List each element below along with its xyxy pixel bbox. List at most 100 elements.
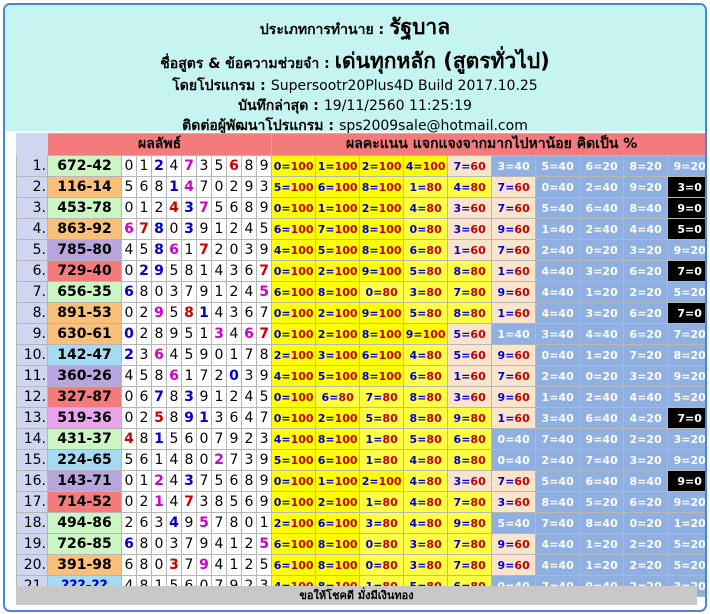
score-cell: 4=40	[535, 533, 581, 555]
digit-cell: 5	[181, 344, 197, 366]
table-row: 2. 116-14 5 6 8 1 4 7 0 2 9 3 5=100 6=100 8=100 1=80 4=8…	[16, 176, 705, 198]
score-cell: 4=100	[271, 365, 317, 387]
score-cell: 3=40	[491, 155, 537, 177]
result-cell: 360-26	[47, 365, 122, 387]
score-cell: 8=100	[359, 218, 405, 240]
score-cell: 2=20	[623, 554, 669, 576]
digit-cell: 5	[151, 407, 167, 429]
results-table: ผลลัพธ์ ผลคะแนน แจกแจงจากมากไปหาน้อย คิด…	[16, 133, 705, 597]
score-cell: 8=100	[315, 554, 361, 576]
score-cell: 0=20	[579, 239, 625, 261]
digit-cell: 6	[226, 470, 242, 492]
row-number: 5.	[16, 239, 48, 261]
score-cell: 5=20	[667, 386, 705, 408]
score-cell: 1=80	[359, 428, 405, 450]
result-cell: 714-52	[47, 491, 122, 513]
digit-cell: 4	[181, 176, 197, 198]
digit-cell: 0	[166, 218, 182, 240]
digit-cell: 1	[211, 281, 227, 303]
score-cell: 5=80	[403, 302, 449, 324]
digit-cell: 3	[211, 323, 227, 345]
score-cell: 8=80	[447, 260, 493, 282]
digit-cell: 2	[151, 470, 167, 492]
digit-cell: 3	[196, 491, 212, 513]
score-cell: 3=40	[535, 407, 581, 429]
score-cell: 8=40	[579, 512, 625, 534]
digit-cell: 6	[121, 533, 137, 555]
score-cell: 2=40	[535, 449, 581, 471]
digit-cell: 9	[196, 386, 212, 408]
digit-cell: 3	[196, 155, 212, 177]
digit-cell: 6	[241, 260, 257, 282]
digit-cell: 1	[196, 323, 212, 345]
score-cell: 2=20	[623, 428, 669, 450]
score-cell: 0=80	[359, 554, 405, 576]
score-cell: 9=80	[447, 407, 493, 429]
digit-cell: 8	[136, 554, 152, 576]
score-cell: 9=100	[359, 260, 405, 282]
score-cell: 3=80	[403, 533, 449, 555]
score-cell: 1=60	[491, 407, 537, 429]
digit-cell: 9	[255, 155, 273, 177]
score-cell: 2=100	[315, 407, 361, 429]
score-cell: 3=60	[491, 491, 537, 513]
score-cell: 5=40	[491, 512, 537, 534]
score-cell: 3=60	[447, 386, 493, 408]
digit-cell: 0	[196, 428, 212, 450]
digit-cell: 4	[241, 386, 257, 408]
score-cell: 4=100	[271, 428, 317, 450]
score-cell: 8=20	[667, 344, 705, 366]
digit-cell: 8	[166, 386, 182, 408]
score-cell: 4=80	[403, 197, 449, 219]
score-cell: 0=100	[271, 470, 317, 492]
row-number: 10.	[16, 344, 48, 366]
score-cell: 5=100	[271, 176, 317, 198]
digit-cell: 1	[136, 197, 152, 219]
score-cell: 9=60	[491, 533, 537, 555]
score-cell: 9=60	[491, 218, 537, 240]
score-cell: 6=40	[579, 197, 625, 219]
digit-cell: 0	[121, 470, 137, 492]
score-cell: 4=100	[271, 239, 317, 261]
score-cell: 5=80	[403, 260, 449, 282]
digit-cell: 3	[151, 512, 167, 534]
score-cell: 4=40	[535, 554, 581, 576]
score-cell: 2=40	[579, 218, 625, 240]
digit-cell: 2	[136, 323, 152, 345]
result-cell: 891-53	[47, 302, 122, 324]
score-cell: 9=0	[667, 197, 705, 219]
digit-cell: 2	[226, 218, 242, 240]
score-cell: 3=20	[623, 449, 669, 471]
digit-cell: 0	[151, 554, 167, 576]
digit-cell: 6	[241, 323, 257, 345]
table-row: 9. 630-61 0 2 8 9 5 1 3 4 6 7 0=100 2=100 8=100 9=100 5=…	[16, 323, 705, 345]
digit-cell: 6	[121, 281, 137, 303]
digit-cell: 1	[211, 386, 227, 408]
digit-cell: 1	[196, 407, 212, 429]
digit-cell: 2	[136, 491, 152, 513]
digit-cell: 4	[211, 554, 227, 576]
score-cell: 0=40	[491, 428, 537, 450]
digit-cell: 7	[241, 344, 257, 366]
digit-cell: 3	[226, 302, 242, 324]
digit-cell: 2	[136, 407, 152, 429]
score-cell: 8=100	[359, 176, 405, 198]
score-cell: 7=60	[491, 197, 537, 219]
row-number: 11.	[16, 365, 48, 387]
digit-cell: 3	[166, 554, 182, 576]
digit-cell: 3	[255, 176, 273, 198]
digit-cell: 2	[151, 197, 167, 219]
score-cell: 0=20	[579, 365, 625, 387]
digit-cell: 0	[226, 239, 242, 261]
score-cell: 8=20	[623, 155, 669, 177]
digit-cell: 6	[151, 344, 167, 366]
score-cell: 1=40	[535, 386, 581, 408]
digit-cell: 3	[136, 344, 152, 366]
score-cell: 9=100	[359, 302, 405, 324]
header-label: ประเภทการทำนาย :	[259, 22, 385, 38]
score-cell: 9=20	[667, 491, 705, 513]
score-cell: 0=100	[271, 197, 317, 219]
digit-cell: 5	[255, 533, 273, 555]
digit-cell: 0	[121, 323, 137, 345]
digit-cell: 6	[226, 407, 242, 429]
